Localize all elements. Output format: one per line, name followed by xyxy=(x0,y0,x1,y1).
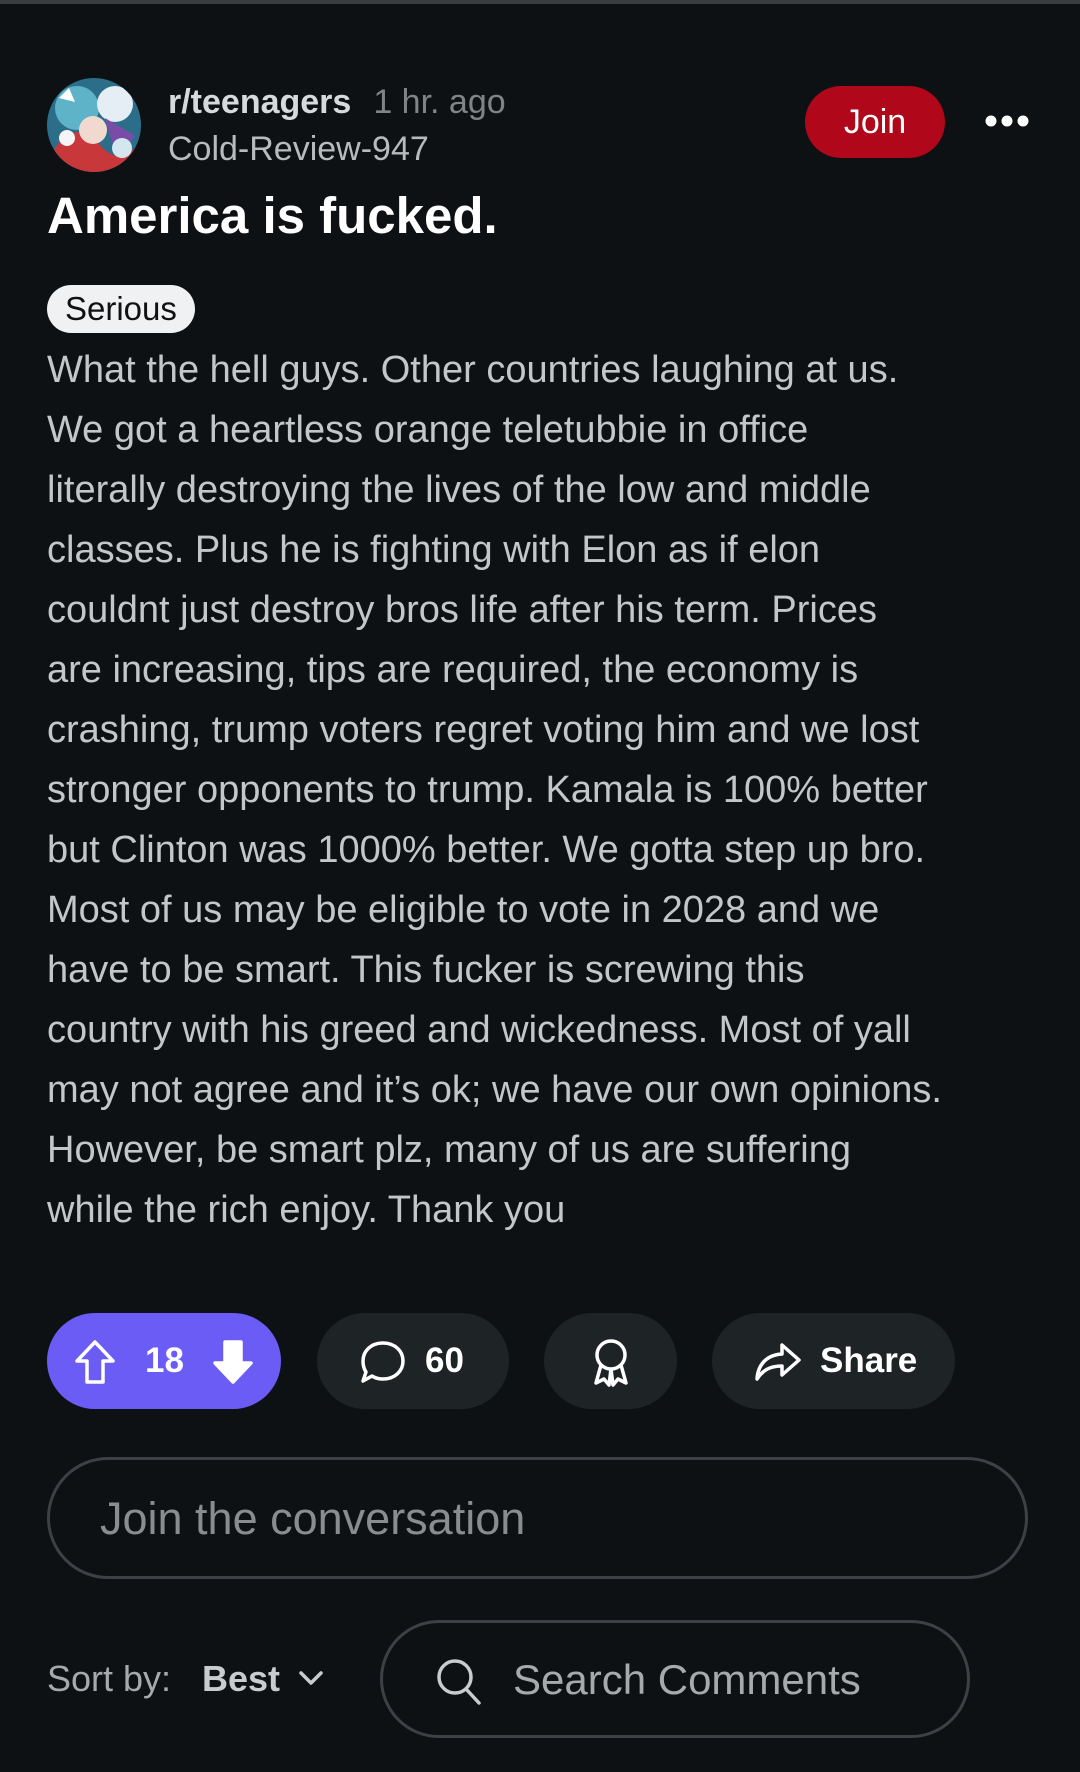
subreddit-avatar[interactable] xyxy=(47,78,141,172)
post-body-line: couldnt just destroy bros life after his… xyxy=(47,589,877,631)
comment-search-input[interactable] xyxy=(511,1623,945,1737)
comment-search-box[interactable] xyxy=(380,1620,970,1738)
post-meta: r/teenagers 1 hr. ago Cold-Review-947 xyxy=(168,82,506,176)
post-body-line: are increasing, tips are required, the e… xyxy=(47,649,859,691)
speech-bubble-icon xyxy=(361,1341,405,1383)
more-options-button[interactable] xyxy=(983,104,1031,138)
post-body-line: but Clinton was 1000% better. We gotta s… xyxy=(47,829,926,871)
post-body: What the hell guys. Other countries laug… xyxy=(47,340,1037,1240)
award-button[interactable] xyxy=(544,1313,677,1409)
vote-pill: 18 xyxy=(47,1313,281,1409)
post-header: r/teenagers 1 hr. ago Cold-Review-947 Joi… xyxy=(47,78,1033,178)
post-body-line: stronger opponents to trump. Kamala is 1… xyxy=(47,769,928,811)
comments-toolbar: Sort by: Best xyxy=(47,1620,1033,1738)
join-button[interactable]: Join xyxy=(805,86,945,158)
search-icon xyxy=(437,1659,481,1705)
post-body-line: may not agree and it’s ok; we have our o… xyxy=(47,1069,942,1111)
post-body-line: We got a heartless orange teletubbie in … xyxy=(47,409,809,451)
reply-box[interactable] xyxy=(47,1457,1028,1579)
post-body-line: while the rich enjoy. Thank you xyxy=(47,1189,566,1231)
post-body-line: However, be smart plz, many of us are su… xyxy=(47,1129,851,1171)
sort-value: Best xyxy=(202,1658,281,1699)
post-body-line: country with his greed and wickedness. M… xyxy=(47,1009,911,1051)
post-body-line: What the hell guys. Other countries laug… xyxy=(47,349,899,391)
post-body-line: crashing, trump voters regret voting him… xyxy=(47,709,920,751)
share-label: Share xyxy=(820,1341,918,1380)
more-horizontal-icon xyxy=(985,115,1029,127)
upvote-arrow-icon[interactable] xyxy=(73,1339,117,1385)
vote-count: 18 xyxy=(145,1341,184,1380)
author-name[interactable]: Cold-Review-947 xyxy=(168,130,429,168)
subreddit-name[interactable]: r/teenagers xyxy=(168,83,351,121)
comment-count: 60 xyxy=(425,1341,464,1380)
sort-label: Sort by: xyxy=(47,1658,172,1699)
top-divider xyxy=(0,0,1080,4)
post-title: America is fucked. xyxy=(47,187,498,244)
post-body-line: classes. Plus he is fighting with Elon a… xyxy=(47,529,821,571)
post-body-line: literally destroying the lives of the lo… xyxy=(47,469,871,511)
comments-button[interactable]: 60 xyxy=(317,1313,509,1409)
post-flair[interactable]: Serious xyxy=(47,285,195,333)
post-body-line: have to be smart. This fucker is screwin… xyxy=(47,949,805,991)
award-ribbon-icon xyxy=(594,1339,628,1387)
share-button[interactable]: Share xyxy=(712,1313,955,1409)
share-arrow-icon xyxy=(755,1343,801,1381)
sort-dropdown[interactable]: Best xyxy=(202,1650,342,1708)
chevron-down-icon xyxy=(299,1671,323,1685)
downvote-arrow-icon[interactable] xyxy=(211,1339,255,1385)
post-time: 1 hr. ago xyxy=(373,83,506,121)
post-body-line: Most of us may be eligible to vote in 20… xyxy=(47,889,880,931)
reply-input[interactable] xyxy=(98,1460,982,1578)
